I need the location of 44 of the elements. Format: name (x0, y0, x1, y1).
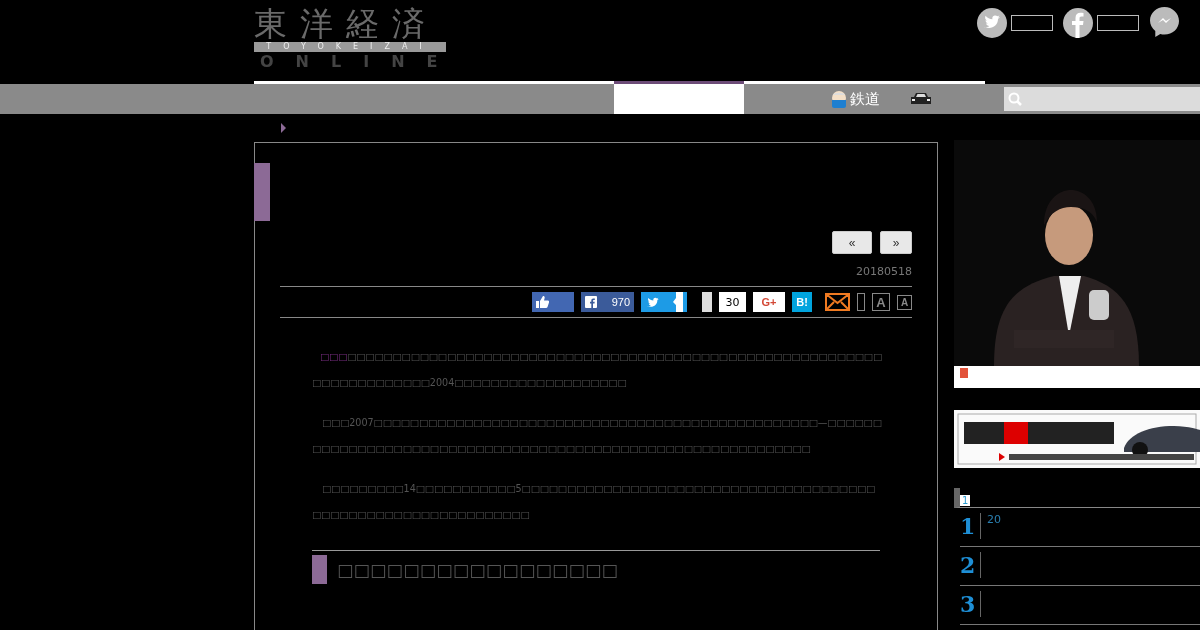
thumbs-up-icon (536, 296, 549, 308)
rank-number: 2 (960, 552, 981, 578)
article-date: 20180518 (855, 265, 912, 280)
conductor-icon (830, 90, 848, 108)
search-icon (1008, 92, 1022, 106)
previous-button[interactable]: « (832, 231, 872, 254)
car-link[interactable] (908, 92, 934, 106)
article-paragraph: □□□2007□□□□□□□□□□□□□□□□□□□□□□□□□□□□□□□□□□□□□□□□□□□□□□□□□—□□□□□□□□□□□□□□□□□□□□□□□□□□□□□□□□□□□□□□□□□□□□□□□□□□□□□□□□□□□□□ (312, 416, 882, 456)
twitter-icon[interactable] (977, 7, 1007, 38)
article-paragraph: □□□□□□□□□□□□□□□□□□□□□□□□□□□□□□□□□□□□□□□□□□□□□□□□□□□□□□□□□□□□□□□□□□□□□□□□□□□2004□□□□□□□□□□□□□□□□□□□ (312, 350, 882, 390)
count-bubble-icon (673, 292, 683, 312)
font-size-large-button[interactable]: A (872, 293, 890, 311)
google-plus-button[interactable]: G+ (753, 292, 785, 312)
title-accent-bar (254, 163, 270, 221)
divider-bar (857, 293, 865, 311)
search-field[interactable] (1004, 87, 1200, 111)
font-size-small-button[interactable]: A (897, 294, 912, 310)
rank-number: 3 (960, 591, 981, 617)
heading-accent-bar (312, 555, 327, 584)
car-icon (910, 92, 932, 106)
counter-bar (702, 292, 712, 312)
share-count-bubble (1097, 14, 1139, 31)
facebook-icon[interactable] (1063, 7, 1093, 38)
share-count-bubble (1011, 14, 1053, 31)
breadcrumb-arrow-icon (281, 123, 286, 133)
ranking-title[interactable]: 20 (981, 513, 1001, 546)
facebook-share-button[interactable]: 970 (581, 292, 634, 312)
section-heading: □□□□□□□□□□□□□□□□□ (337, 559, 619, 580)
railway-link[interactable]: 鉄道 (828, 89, 882, 109)
hatena-button[interactable]: B! (792, 292, 812, 312)
facebook-icon (585, 296, 597, 308)
author-link[interactable]: □□□ (320, 351, 348, 362)
share-count: 30 (719, 292, 746, 312)
tweet-button[interactable] (641, 292, 687, 312)
page-number[interactable]: 1 (960, 495, 971, 506)
rank-number: 1 (960, 513, 981, 539)
twitter-icon (645, 295, 661, 309)
next-button[interactable]: » (880, 231, 912, 254)
like-button[interactable] (532, 292, 574, 312)
site-logo[interactable]: 東洋経済 TOYOKEIZAI ONLINE (254, 6, 446, 72)
nav-tab[interactable] (614, 81, 744, 114)
mail-icon[interactable] (825, 293, 850, 311)
article-paragraph: □□□□□□□□□14□□□□□□□□□□□5□□□□□□□□□□□□□□□□□□□□□□□□□□□□□□□□□□□□□□□□□□□□□□□□□□□□□□□□□□□□□□□ (312, 482, 877, 522)
messenger-icon[interactable] (1149, 6, 1180, 39)
